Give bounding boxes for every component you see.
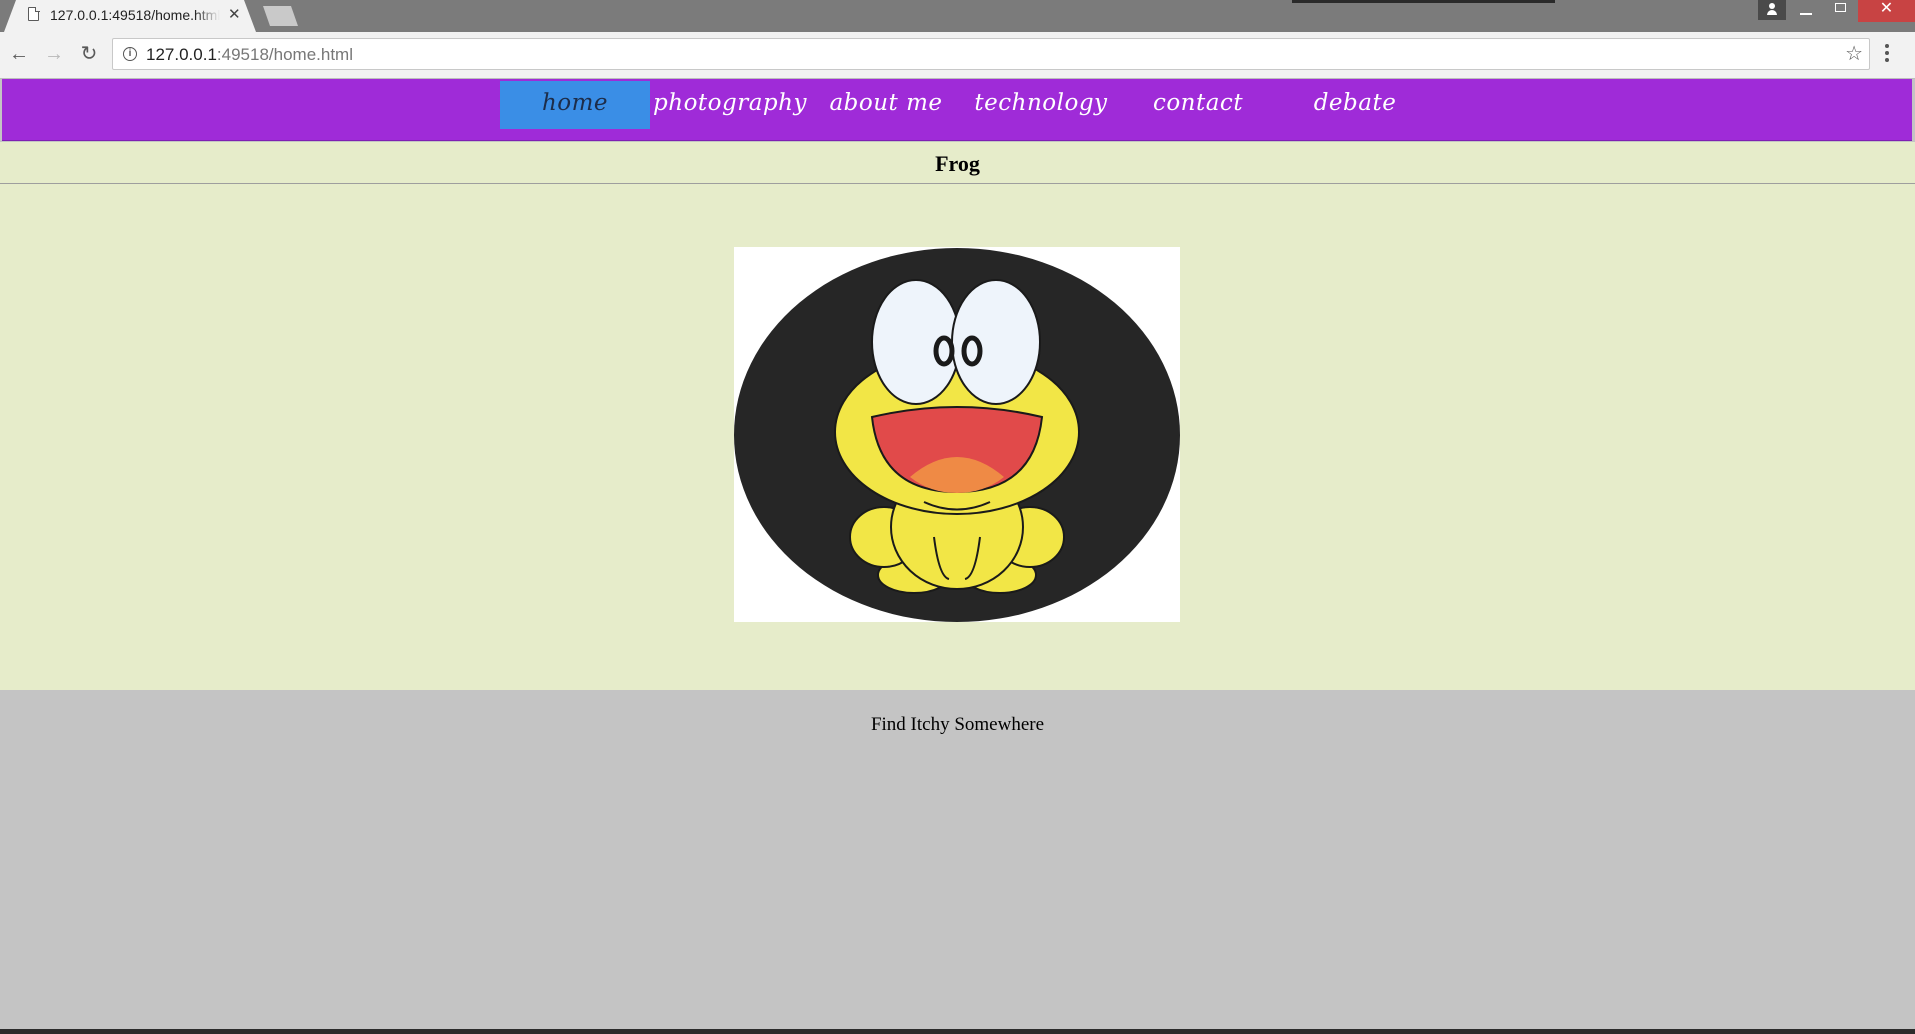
maximize-icon: [1834, 3, 1846, 12]
bookmark-star-icon[interactable]: ☆: [1845, 41, 1863, 66]
title-divider: [0, 183, 1915, 184]
web-page: home photography about me technology con…: [0, 79, 1915, 1029]
back-button[interactable]: ←: [6, 41, 32, 67]
nav-link-contact[interactable]: contact: [1120, 81, 1276, 129]
site-navbar: home photography about me technology con…: [2, 79, 1912, 141]
nav-link-home[interactable]: home: [500, 81, 650, 129]
frog-illustration: [734, 248, 1180, 622]
browser-menu-icon[interactable]: [1884, 44, 1890, 64]
nav-link-debate[interactable]: debate: [1276, 81, 1434, 129]
nav-link-photography[interactable]: photography: [650, 81, 810, 129]
tab-close-icon[interactable]: ✕: [228, 5, 241, 23]
nav-link-about-me[interactable]: about me: [810, 81, 962, 129]
nav-link-technology[interactable]: technology: [962, 81, 1120, 129]
window-close-button[interactable]: ✕: [1858, 0, 1915, 22]
minimize-button[interactable]: [1788, 0, 1824, 22]
arrow-left-icon: ←: [9, 43, 29, 65]
browser-toolbar: ← → ↻ i 127.0.0.1:49518/home.html ☆: [0, 32, 1915, 79]
new-tab-button[interactable]: [263, 6, 298, 26]
minimize-icon: [1800, 13, 1812, 15]
titlebar-strip: [1292, 0, 1555, 3]
footer: Find Itchy Somewhere: [0, 690, 1915, 1029]
arrow-right-icon: →: [44, 43, 64, 65]
close-icon: ✕: [1879, 0, 1894, 17]
tab-title: 127.0.0.1:49518/home.html: [50, 7, 220, 23]
info-icon[interactable]: i: [123, 47, 137, 61]
os-taskbar: [0, 1029, 1915, 1034]
profile-button[interactable]: [1758, 0, 1786, 20]
footer-text: Find Itchy Somewhere: [870, 714, 1045, 735]
frog-image: [734, 247, 1180, 622]
browser-tab[interactable]: 127.0.0.1:49518/home.html ✕: [4, 0, 256, 32]
document-icon: [28, 6, 40, 21]
page-title: Frog: [935, 151, 980, 176]
url-host: 127.0.0.1: [146, 45, 217, 64]
url-text[interactable]: 127.0.0.1:49518/home.html: [146, 45, 353, 65]
address-bar[interactable]: i 127.0.0.1:49518/home.html ☆: [112, 38, 1870, 70]
url-path: :49518/home.html: [216, 45, 353, 64]
reload-button[interactable]: ↻: [76, 41, 102, 67]
maximize-button[interactable]: [1822, 0, 1858, 22]
reload-icon: ↻: [80, 43, 98, 65]
forward-button[interactable]: →: [41, 41, 67, 67]
main-content: Frog: [0, 142, 1915, 690]
person-icon: [1767, 3, 1777, 15]
tab-strip: 127.0.0.1:49518/home.html ✕ ✕: [0, 0, 1915, 32]
